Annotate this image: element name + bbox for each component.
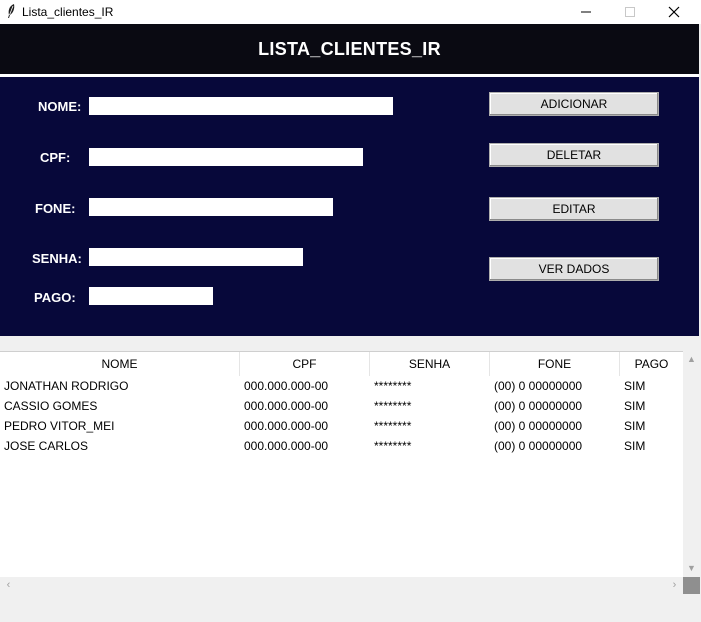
cpf-input[interactable]: [89, 148, 363, 166]
cell-fone: (00) 0 00000000: [494, 379, 583, 393]
cell-nome: JOSE CARLOS: [4, 439, 89, 453]
close-icon: [668, 6, 680, 18]
window-titlebar: Lista_clientes_IR: [0, 0, 701, 24]
nome-input[interactable]: [89, 97, 393, 115]
cpf-label: CPF:: [40, 150, 71, 165]
cell-cpf: 000.000.000-00: [244, 379, 329, 393]
cell-pago: SIM: [624, 399, 646, 413]
cell-senha: ********: [374, 419, 412, 433]
client-form: NOME: CPF: FONE: SENHA: PAGO: ADICIONAR …: [0, 77, 699, 336]
cell-nome: PEDRO VITOR_MEI: [4, 419, 115, 433]
maximize-icon: [625, 7, 635, 17]
clients-table[interactable]: NOME CPF SENHA FONE PAGO JONATHAN RODRIG…: [0, 351, 683, 578]
pago-label: PAGO:: [34, 290, 76, 305]
cell-senha: ********: [374, 399, 412, 413]
maximize-button[interactable]: [608, 0, 652, 24]
column-header-senha[interactable]: SENHA: [370, 352, 490, 376]
column-header-pago[interactable]: PAGO: [620, 352, 683, 376]
window-title: Lista_clientes_IR: [22, 5, 114, 19]
cell-pago: SIM: [624, 439, 646, 453]
scrollbar-corner: [683, 577, 700, 594]
add-button[interactable]: ADICIONAR: [489, 92, 659, 116]
fone-label: FONE:: [35, 201, 76, 216]
cell-senha: ********: [374, 439, 412, 453]
column-header-nome[interactable]: NOME: [0, 352, 240, 376]
cell-fone: (00) 0 00000000: [494, 439, 583, 453]
minimize-icon: [581, 11, 591, 13]
cell-cpf: 000.000.000-00: [244, 439, 329, 453]
nome-label: NOME:: [38, 99, 82, 114]
view-data-button[interactable]: VER DADOS: [489, 257, 659, 281]
cell-cpf: 000.000.000-00: [244, 399, 329, 413]
scroll-down-icon[interactable]: ▼: [683, 560, 700, 577]
delete-button[interactable]: DELETAR: [489, 143, 659, 167]
app-header: LISTA_CLIENTES_IR: [0, 24, 699, 74]
cell-nome: CASSIO GOMES: [4, 399, 98, 413]
close-button[interactable]: [652, 0, 696, 24]
table-row[interactable]: CASSIO GOMES 000.000.000-00 ******** (00…: [0, 396, 683, 416]
vertical-scrollbar[interactable]: ▲ ▼: [683, 351, 700, 577]
fone-input[interactable]: [89, 198, 333, 216]
table-row[interactable]: PEDRO VITOR_MEI 000.000.000-00 ******** …: [0, 416, 683, 436]
minimize-button[interactable]: [564, 0, 608, 24]
feather-icon: [5, 3, 17, 19]
scroll-left-icon[interactable]: ‹: [0, 577, 17, 594]
cell-fone: (00) 0 00000000: [494, 399, 583, 413]
pago-input[interactable]: [89, 287, 213, 305]
cell-pago: SIM: [624, 419, 646, 433]
cell-pago: SIM: [624, 379, 646, 393]
page-title: LISTA_CLIENTES_IR: [258, 39, 441, 59]
table-row[interactable]: JOSE CARLOS 000.000.000-00 ******** (00)…: [0, 436, 683, 456]
horizontal-scrollbar[interactable]: ‹ ›: [0, 577, 683, 594]
table-row[interactable]: JONATHAN RODRIGO 000.000.000-00 ********…: [0, 376, 683, 396]
edit-button[interactable]: EDITAR: [489, 197, 659, 221]
scroll-up-icon[interactable]: ▲: [683, 351, 700, 368]
cell-fone: (00) 0 00000000: [494, 419, 583, 433]
column-header-fone[interactable]: FONE: [490, 352, 620, 376]
senha-label: SENHA:: [32, 251, 82, 266]
cell-senha: ********: [374, 379, 412, 393]
cell-cpf: 000.000.000-00: [244, 419, 329, 433]
senha-input[interactable]: [89, 248, 303, 266]
column-header-cpf[interactable]: CPF: [240, 352, 370, 376]
cell-nome: JONATHAN RODRIGO: [4, 379, 129, 393]
scroll-right-icon[interactable]: ›: [666, 577, 683, 594]
